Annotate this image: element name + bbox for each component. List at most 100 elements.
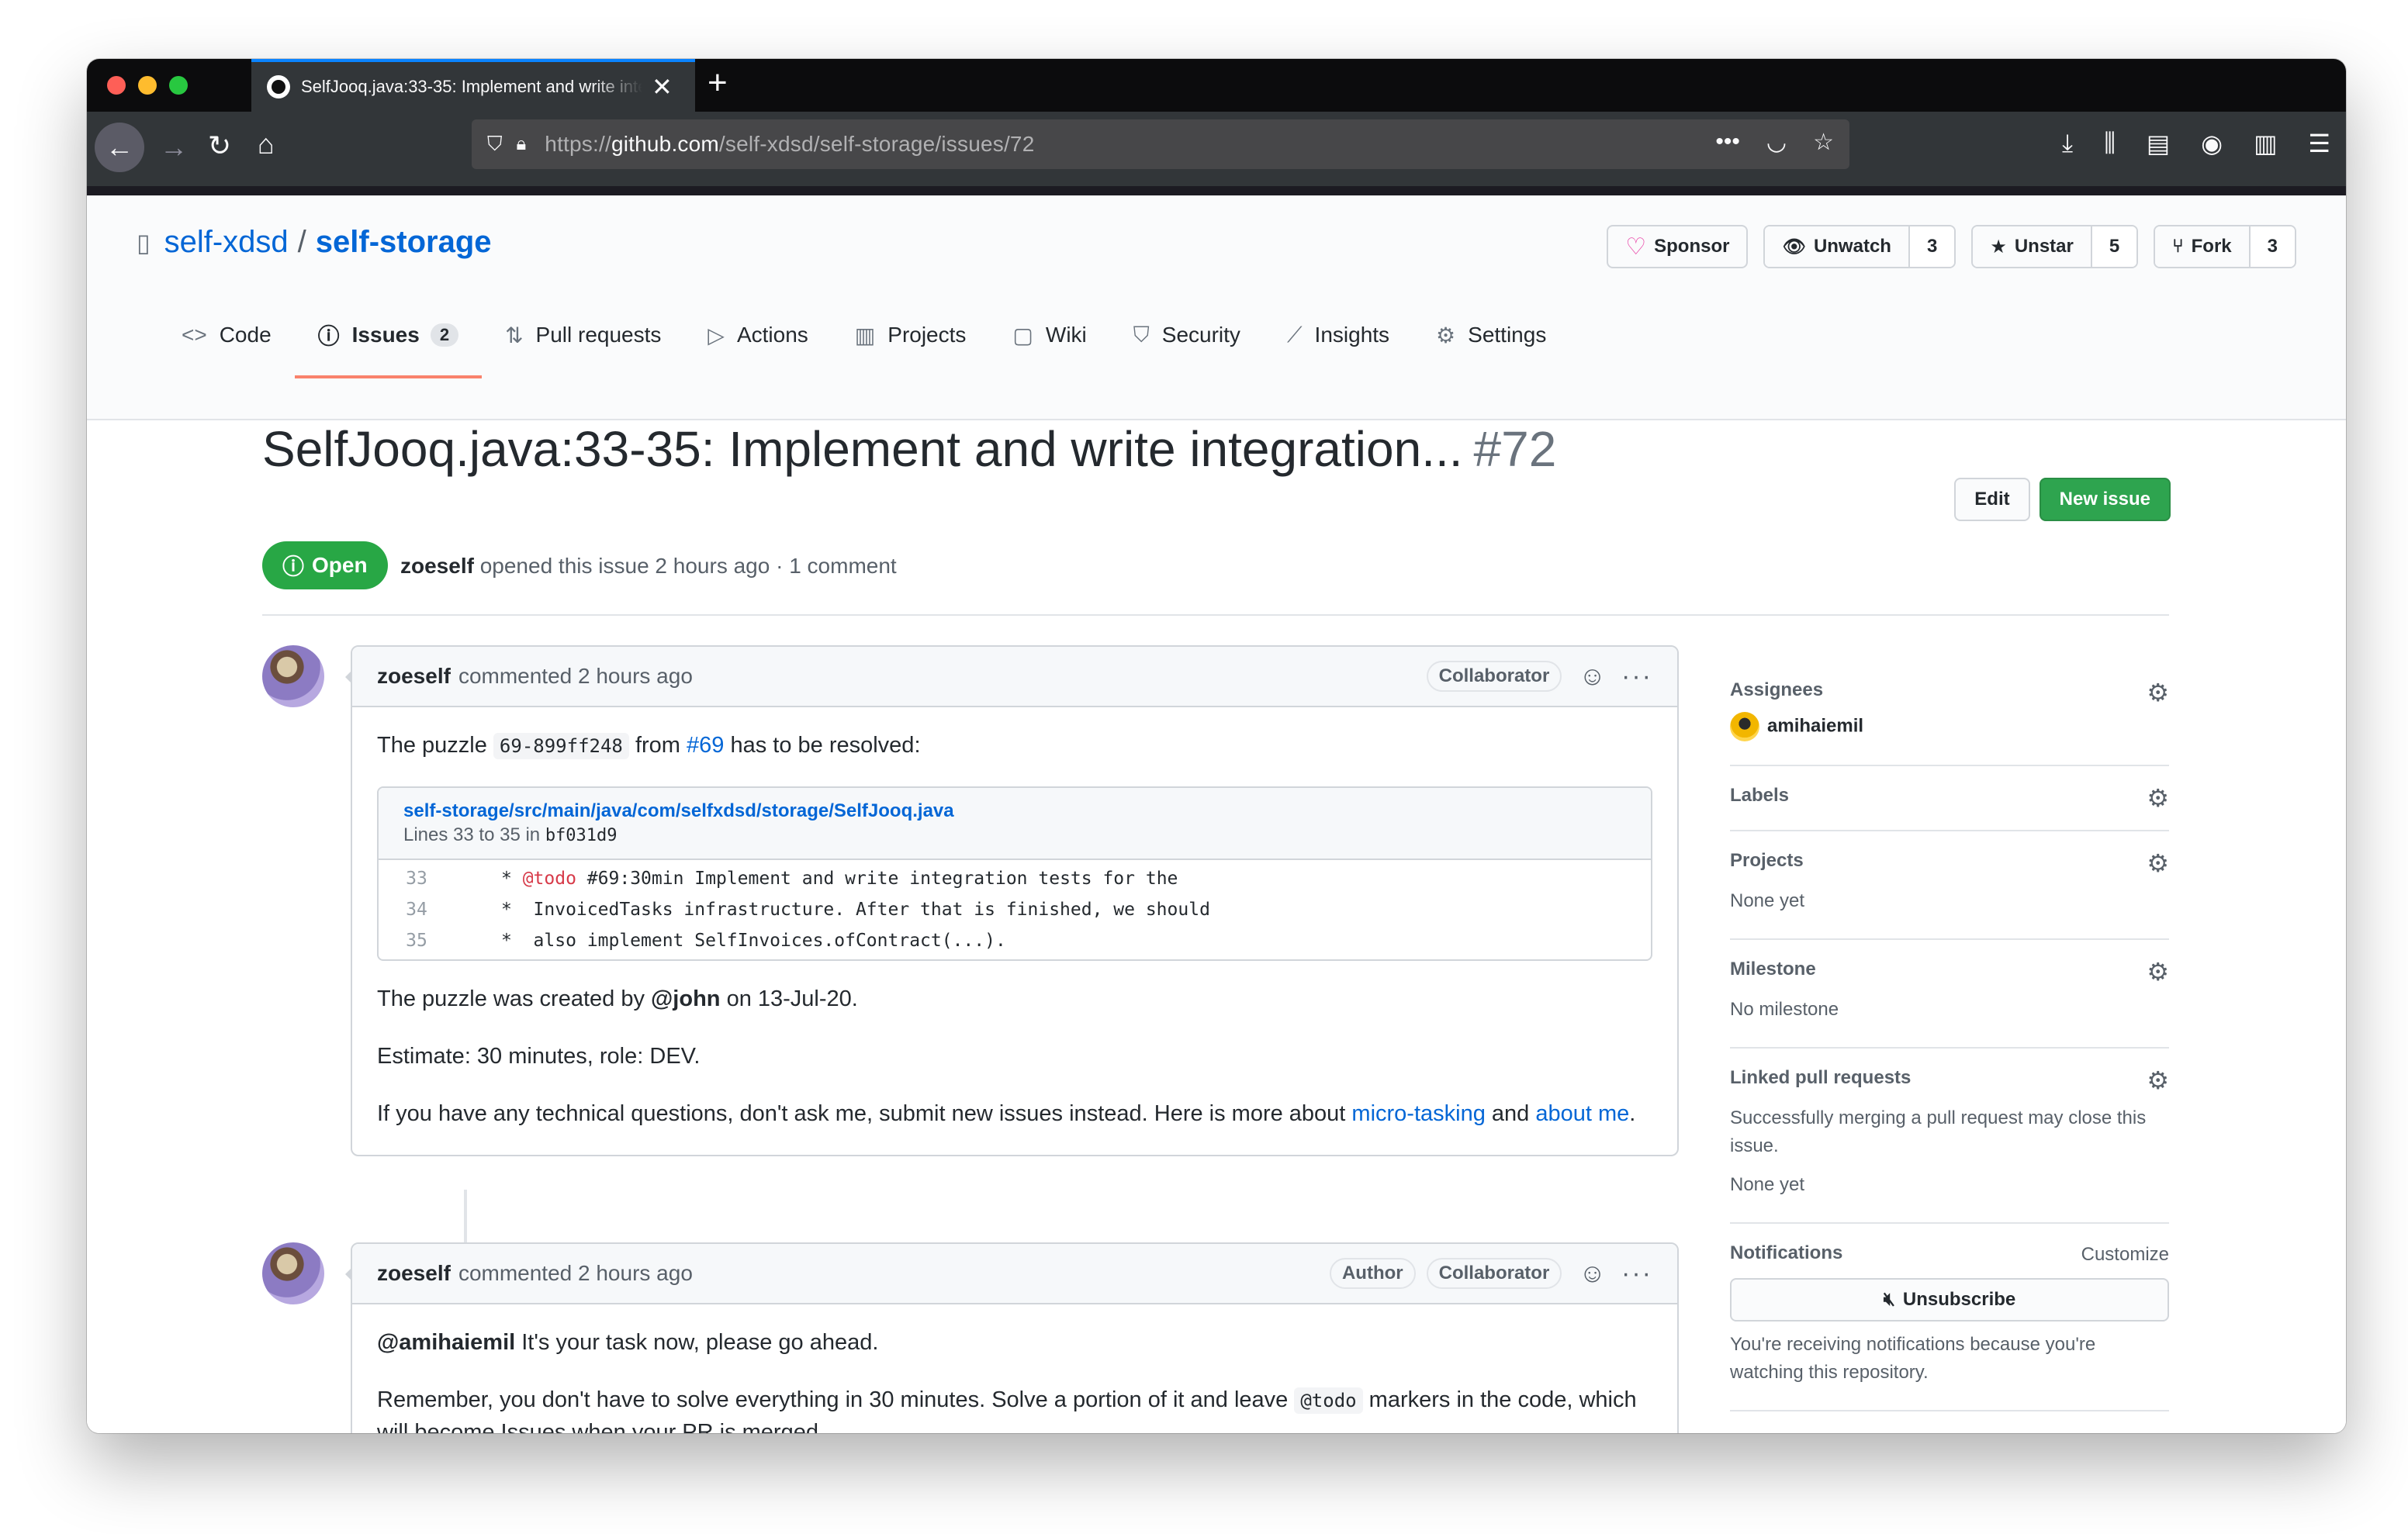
comment-author-link[interactable]: zoeself	[377, 664, 451, 689]
repo-name-link[interactable]: self-storage	[316, 225, 492, 260]
repo-header: ▯ self-xdsd / self-storage ♡ Sponsor 👁︎ U…	[87, 195, 2346, 420]
unsubscribe-button[interactable]: 🔇︎ Unsubscribe	[1730, 1278, 2169, 1322]
line-number[interactable]: 35	[379, 925, 455, 956]
sponsor-button[interactable]: ♡ Sponsor	[1607, 225, 1749, 268]
tab-pull-requests[interactable]: ⇅ Pull requests	[482, 296, 684, 374]
comment-author-link[interactable]: zoeself	[377, 1261, 451, 1286]
bookmark-star-icon[interactable]: ☆	[1813, 129, 1834, 156]
tab-projects[interactable]: ▥ Projects	[832, 296, 990, 374]
comment-body: The puzzle 69-899ff248 from #69 has to b…	[352, 707, 1677, 1155]
lock-icon[interactable]: 🔒︎	[517, 133, 527, 155]
tab-projects-label: Projects	[887, 323, 967, 347]
line-number[interactable]: 34	[379, 894, 455, 925]
new-issue-button[interactable]: New issue	[2039, 478, 2171, 521]
url-text[interactable]: https://github.com/self-xdsd/self-storag…	[545, 132, 1034, 157]
unstar-label: Unstar	[2014, 236, 2074, 257]
address-bar[interactable]: ⛉ 🔒︎ https://github.com/self-xdsd/self-s…	[472, 119, 1849, 169]
repo-owner-link[interactable]: self-xdsd	[164, 225, 289, 260]
unstar-button[interactable]: ★ Unstar	[1973, 226, 2091, 267]
watch-count[interactable]: 3	[1908, 226, 1955, 267]
linked-prs-title[interactable]: Linked pull requests	[1730, 1067, 2169, 1089]
fork-button[interactable]: ⑂ Fork	[2155, 226, 2249, 267]
minimize-window-button[interactable]	[138, 76, 157, 95]
tab-code-label: Code	[219, 323, 272, 347]
unwatch-label: Unwatch	[1813, 236, 1891, 257]
projects-title[interactable]: Projects	[1730, 850, 2169, 872]
comment-time[interactable]: commented 2 hours ago	[458, 664, 693, 689]
edit-button[interactable]: Edit	[1954, 478, 2030, 521]
tab-actions[interactable]: ▷ Actions	[684, 296, 831, 374]
snippet-lines: Lines 33 to 35 in bf031d9	[403, 824, 618, 845]
more-options-icon[interactable]: ···	[1621, 1259, 1652, 1289]
pull-request-icon: ⇅	[505, 323, 524, 347]
code-text: * @todo #69:30min Implement and write in…	[455, 863, 1178, 894]
tab-insights[interactable]: ⟋ Insights	[1264, 296, 1413, 374]
browser-tab[interactable]: SelfJooq.java:33-35: Implement and write…	[251, 59, 695, 112]
more-options-icon[interactable]: ···	[1621, 662, 1652, 692]
tab-wiki[interactable]: ▢ Wiki	[989, 296, 1109, 374]
sidebar-assignees: Assignees ⚙ amihaiemil	[1730, 661, 2169, 766]
new-tab-button[interactable]: +	[708, 64, 728, 102]
issue-author-link[interactable]: zoeself	[400, 554, 474, 578]
downloads-icon[interactable]: ⤓	[2062, 129, 2073, 158]
star-count[interactable]: 5	[2090, 226, 2137, 267]
avatar[interactable]	[262, 1242, 324, 1304]
fork-count[interactable]: 3	[2248, 226, 2295, 267]
issue-link[interactable]: #69	[687, 733, 724, 758]
back-arrow-icon[interactable]: ←	[95, 123, 144, 172]
library-icon[interactable]: ⫼	[2104, 129, 2116, 158]
tab-security[interactable]: ⛉ Security	[1110, 296, 1264, 374]
close-tab-icon[interactable]: ✕	[652, 72, 673, 102]
forward-arrow-icon[interactable]: →	[160, 133, 188, 161]
gear-icon[interactable]: ⚙	[2147, 957, 2169, 986]
snippet-commit[interactable]: bf031d9	[545, 826, 618, 845]
labels-title[interactable]: Labels	[1730, 785, 2169, 807]
smiley-icon[interactable]: ☺	[1579, 1259, 1606, 1289]
assignees-title[interactable]: Assignees	[1730, 679, 2169, 701]
comment-header: zoeself commented 2 hours ago Author Col…	[352, 1244, 1677, 1304]
page-actions-icon[interactable]: •••	[1715, 129, 1740, 156]
close-window-button[interactable]	[107, 76, 126, 95]
unwatch-button[interactable]: 👁︎ Unwatch	[1765, 226, 1908, 267]
line-number[interactable]: 33	[379, 863, 455, 894]
reload-icon[interactable]: ↻	[208, 132, 231, 160]
gear-icon[interactable]: ⚙	[2147, 678, 2169, 707]
comment-time[interactable]: commented 2 hours ago	[458, 1261, 693, 1286]
about-me-link[interactable]: about me	[1535, 1101, 1629, 1126]
tab-issues[interactable]: ⓘ Issues 2	[294, 296, 483, 378]
mention-link[interactable]: @john	[651, 986, 720, 1011]
repo-icon: ▯	[137, 228, 150, 257]
shield-icon[interactable]: ⛉	[487, 132, 503, 157]
github-favicon-icon	[267, 75, 290, 98]
sidebar-notifications: Notifications Customize 🔇︎ Unsubscribe Yo…	[1730, 1224, 2169, 1411]
hamburger-menu-icon[interactable]: ☰	[2308, 129, 2330, 158]
smiley-icon[interactable]: ☺	[1579, 662, 1606, 692]
avatar[interactable]	[262, 645, 324, 707]
snippet-file-link[interactable]: self-storage/src/main/java/com/selfxdsd/…	[403, 800, 954, 821]
extensions-icon[interactable]: ▥	[2254, 129, 2277, 158]
tab-wiki-label: Wiki	[1045, 323, 1087, 347]
issue-sidebar: Assignees ⚙ amihaiemil Labels ⚙ Projects…	[1730, 661, 2169, 1411]
tab-settings[interactable]: ⚙ Settings	[1413, 296, 1569, 374]
tab-code[interactable]: <> Code	[158, 296, 295, 374]
pocket-icon[interactable]: ◡	[1766, 129, 1787, 156]
gear-icon[interactable]: ⚙	[2147, 783, 2169, 813]
code-lines: 33 * @todo #69:30min Implement and write …	[379, 860, 1651, 959]
gear-icon[interactable]: ⚙	[2147, 1066, 2169, 1095]
milestone-title[interactable]: Milestone	[1730, 959, 2169, 980]
snippet-lines-text: Lines 33 to 35 in	[403, 824, 541, 846]
sidebar-toggle-icon[interactable]: ▤	[2147, 129, 2170, 158]
linked-prs-description: Successfully merging a pull request may …	[1730, 1107, 2147, 1156]
micro-tasking-link[interactable]: micro-tasking	[1351, 1101, 1485, 1126]
zoom-window-button[interactable]	[169, 76, 188, 95]
home-icon[interactable]: ⌂	[258, 130, 275, 158]
assignee[interactable]: amihaiemil	[1730, 712, 2169, 741]
account-icon[interactable]: ◉	[2201, 129, 2223, 158]
period-text: .	[1629, 1100, 1636, 1126]
sidebar-labels: Labels ⚙	[1730, 766, 2169, 831]
customize-link[interactable]: Customize	[2081, 1244, 2169, 1266]
code-text: * InvoicedTasks infrastructure. After th…	[455, 894, 1210, 925]
mention-link[interactable]: @amihaiemil	[377, 1330, 515, 1355]
gear-icon[interactable]: ⚙	[2147, 848, 2169, 878]
from-text: from	[635, 733, 680, 758]
